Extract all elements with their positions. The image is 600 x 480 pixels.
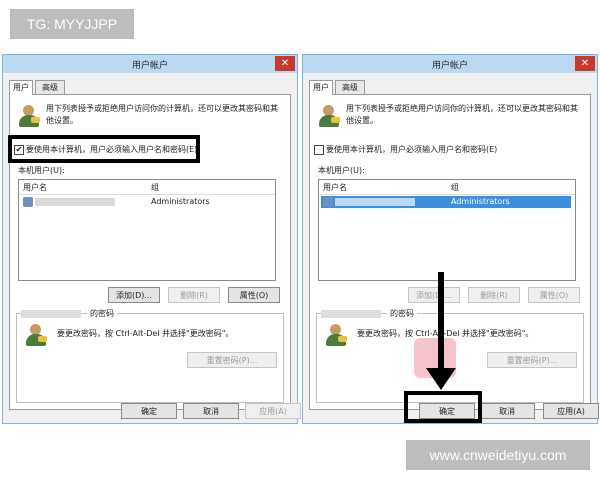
user-accounts-dialog-left: 用户帐户 ✕ 用户 高级 用下列表授予或拒绝用户访问你的计算机，还可以更改其密码… (2, 54, 301, 424)
group-title-redacted (321, 310, 381, 318)
properties-button[interactable]: 属性(O) (528, 287, 580, 303)
change-password-text: 要更改密码，按 Ctrl-Alt-Del 并选择"更改密码"。 (57, 329, 234, 338)
close-icon: ✕ (580, 58, 590, 69)
user-name-redacted (335, 198, 415, 206)
highlight-checkbox-box (8, 135, 200, 163)
tab-users[interactable]: 用户 (9, 80, 33, 95)
window-title: 用户帐户 (431, 61, 468, 71)
user-icon (23, 197, 33, 207)
checkbox-unchecked-icon (314, 144, 324, 155)
password-user-icon (25, 324, 47, 346)
column-header-group[interactable]: 组 (151, 182, 159, 193)
users-icon (18, 105, 40, 127)
password-user-icon (325, 324, 347, 346)
user-name-redacted (35, 198, 115, 206)
user-group: Administrators (451, 197, 510, 206)
reset-password-button[interactable]: 重置密码(P)... (487, 352, 577, 368)
window-title: 用户帐户 (131, 61, 168, 71)
title-bar: 用户帐户 ✕ (303, 55, 597, 73)
require-password-checkbox[interactable]: 要使用本计算机，用户必须输入用户名和密码(E) (314, 144, 497, 156)
password-groupbox: 的密码 要更改密码，按 Ctrl-Alt-Del 并选择"更改密码"。 重置密码… (16, 308, 284, 403)
users-list[interactable]: 用户名 组 Administrators (18, 179, 276, 281)
password-group-title: 的密码 (87, 308, 117, 319)
title-bar: 用户帐户 ✕ (3, 55, 297, 73)
tab-advanced[interactable]: 高级 (335, 80, 365, 94)
cancel-button[interactable]: 取消 (183, 403, 239, 419)
properties-button[interactable]: 属性(O) (228, 287, 280, 303)
local-users-label: 本机用户(U): (18, 166, 65, 175)
reset-password-button[interactable]: 重置密码(P)... (187, 352, 277, 368)
checkbox-label: 要使用本计算机，用户必须输入用户名和密码(E) (326, 145, 498, 154)
password-group-title: 的密码 (387, 308, 417, 319)
panel-description: 用下列表授予或拒绝用户访问你的计算机，还可以更改其密码和其他设置。 (346, 104, 578, 125)
user-row-selected[interactable]: Administrators (321, 196, 571, 208)
highlight-ok-box (404, 391, 482, 423)
tab-users[interactable]: 用户 (309, 80, 333, 95)
column-header-username[interactable]: 用户名 (323, 182, 347, 193)
watermark-bottom-right: www.cnweidetiyu.com (406, 440, 590, 470)
close-button[interactable]: ✕ (575, 56, 595, 71)
users-list[interactable]: 用户名 组 Administrators (318, 179, 576, 281)
remove-user-button[interactable]: 删除(R) (468, 287, 520, 303)
annotation-arrow-icon (426, 368, 456, 390)
local-users-label: 本机用户(U): (318, 166, 365, 175)
column-header-username[interactable]: 用户名 (23, 182, 47, 193)
add-user-button[interactable]: 添加(D)... (408, 287, 460, 303)
user-icon (323, 197, 333, 207)
apply-button[interactable]: 应用(A) (245, 403, 301, 419)
apply-button[interactable]: 应用(A) (543, 403, 599, 419)
column-header-group[interactable]: 组 (451, 182, 459, 193)
users-icon (318, 105, 340, 127)
cancel-button[interactable]: 取消 (479, 403, 535, 419)
close-icon: ✕ (280, 58, 290, 69)
panel-description: 用下列表授予或拒绝用户访问你的计算机，还可以更改其密码和其他设置。 (46, 104, 278, 125)
user-row[interactable]: Administrators (21, 196, 271, 208)
watermark-top-left: TG: MYYJJPP (10, 9, 134, 39)
ok-button[interactable]: 确定 (121, 403, 177, 419)
tab-advanced[interactable]: 高级 (35, 80, 65, 94)
annotation-arrow-shaft (438, 272, 444, 376)
user-group: Administrators (151, 197, 210, 206)
group-title-redacted (21, 310, 81, 318)
remove-user-button[interactable]: 删除(R) (168, 287, 220, 303)
close-button[interactable]: ✕ (275, 56, 295, 71)
add-user-button[interactable]: 添加(D)... (108, 287, 160, 303)
